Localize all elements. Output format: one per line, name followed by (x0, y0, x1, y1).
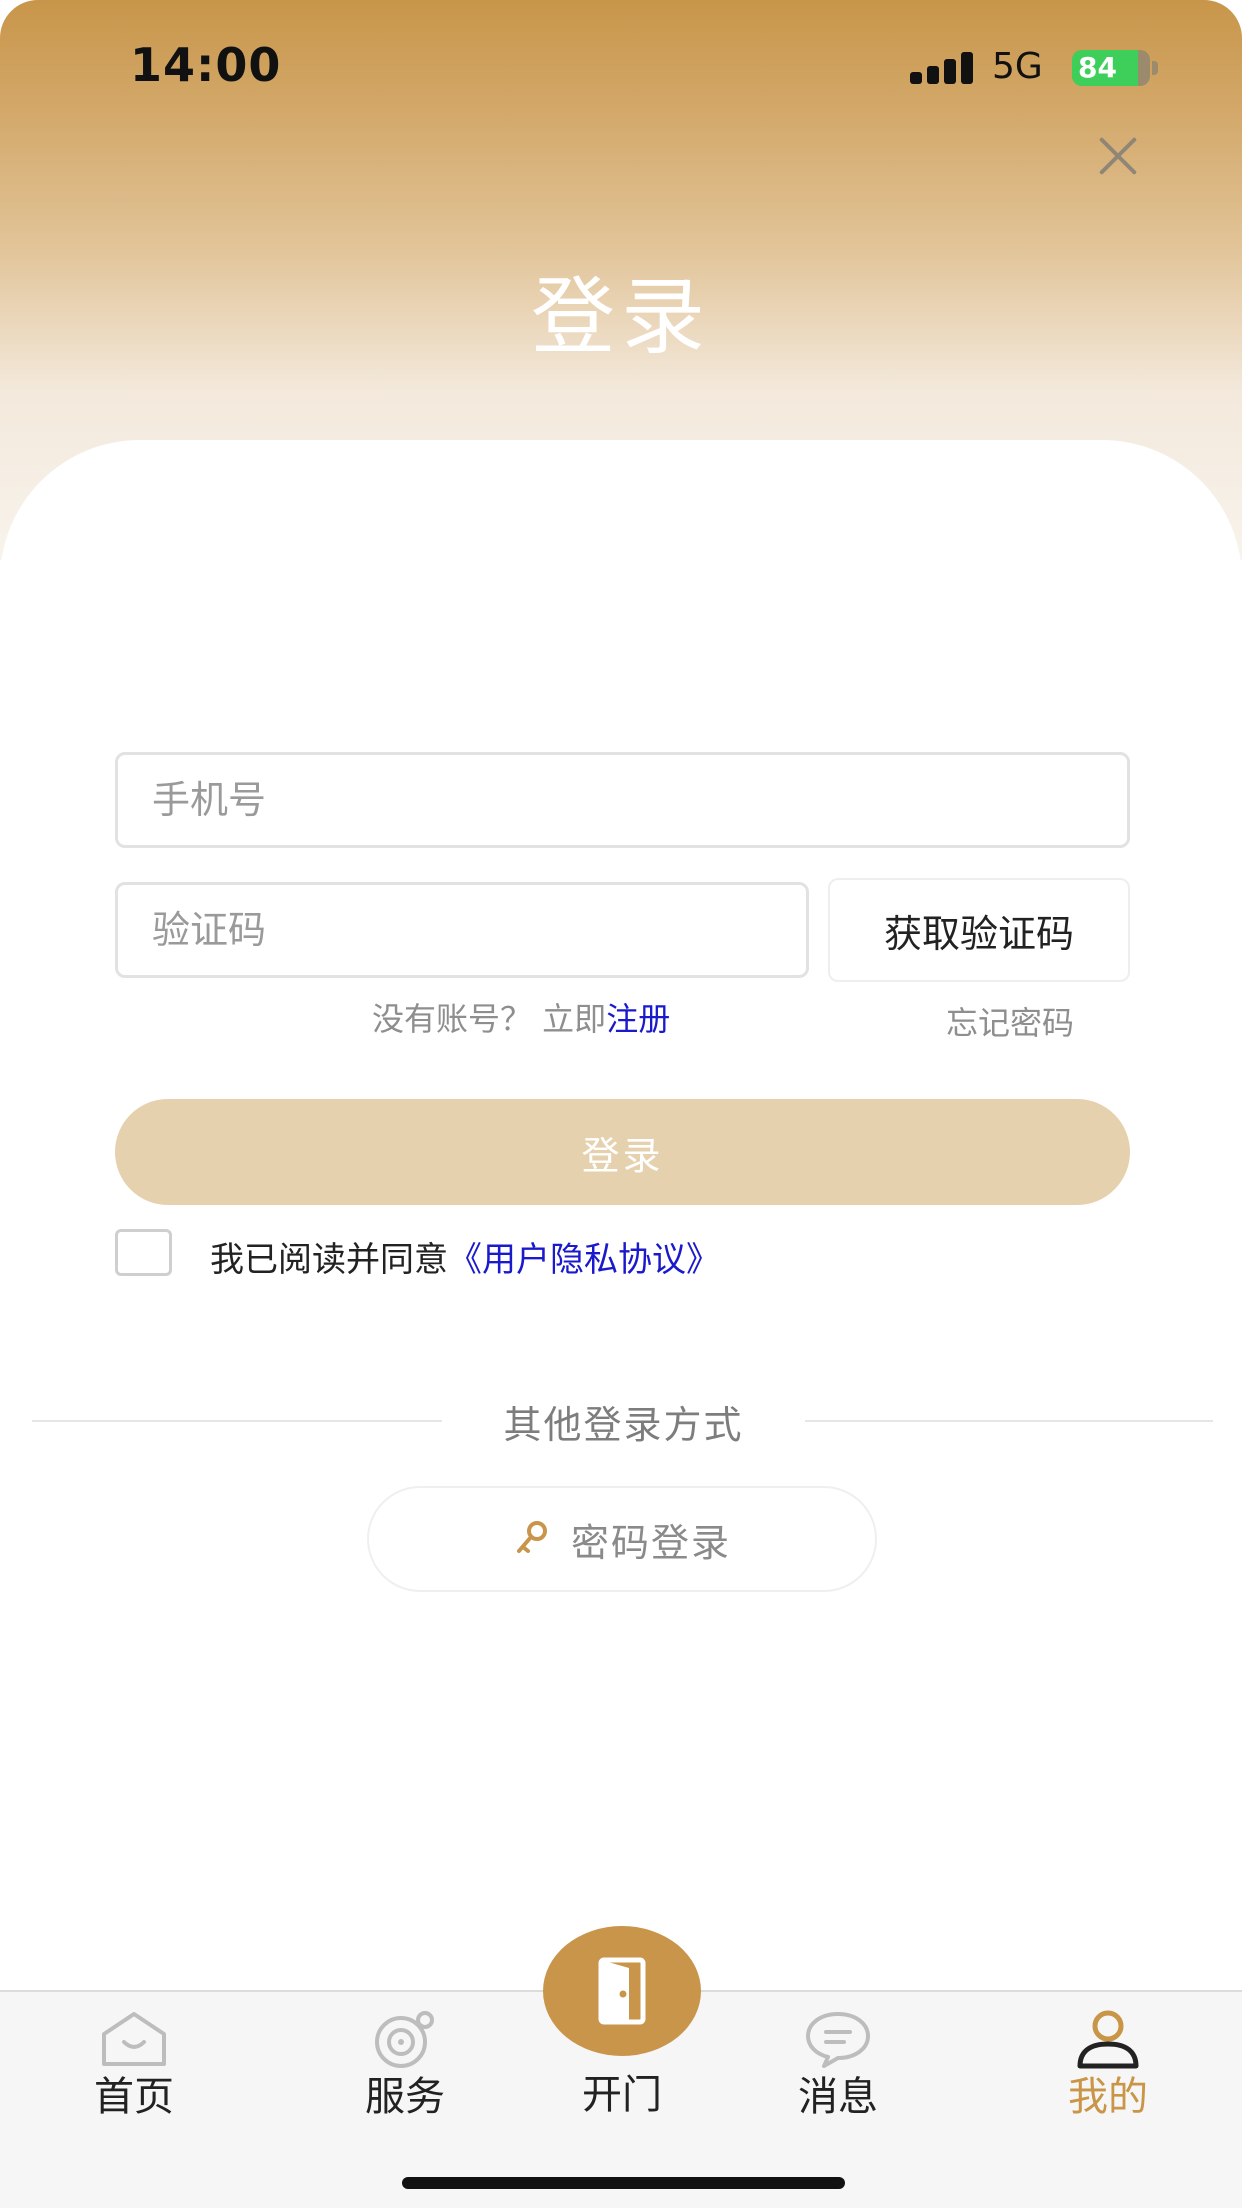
forgot-password-link[interactable]: 忘记密码 (946, 998, 1074, 1044)
agreement-text: 我已阅读并同意《用户隐私协议》 (210, 1232, 720, 1281)
service-icon (369, 2008, 441, 2070)
key-icon (513, 1519, 549, 1559)
register-prompt: 没有账号？ 立即注册 (372, 994, 670, 1040)
get-code-button[interactable]: 获取验证码 (828, 878, 1130, 982)
page-title: 登录 (530, 268, 711, 366)
agreement-prefix: 我已阅读并同意 (210, 1240, 448, 1280)
signal-icon (910, 52, 974, 84)
agreement-checkbox[interactable] (115, 1229, 172, 1276)
close-icon[interactable] (1090, 128, 1146, 184)
tab-open-door-label: 开门 (582, 2072, 662, 2118)
divider-right (805, 1420, 1213, 1422)
tab-mine-label: 我的 (1068, 2074, 1148, 2120)
home-icon (98, 2008, 170, 2070)
tab-service[interactable]: 服务 (305, 1992, 505, 2142)
password-login-label: 密码登录 (570, 1520, 731, 1565)
message-icon (802, 2008, 874, 2070)
battery-icon: 84 (1072, 50, 1160, 86)
tab-messages[interactable]: 消息 (738, 1992, 938, 2142)
battery-percent: 84 (1078, 51, 1117, 84)
tab-service-label: 服务 (365, 2074, 445, 2120)
no-account-text: 没有账号？ 立即 (372, 1000, 607, 1038)
door-icon (591, 1956, 653, 2026)
network-type: 5G (992, 46, 1043, 87)
login-card (0, 440, 1242, 1990)
phone-input[interactable] (115, 752, 1130, 848)
tab-messages-label: 消息 (798, 2074, 878, 2120)
open-door-button[interactable] (543, 1926, 701, 2056)
divider-left (32, 1420, 442, 1422)
home-indicator (402, 2177, 845, 2189)
other-login-label: 其他登录方式 (503, 1403, 744, 1447)
user-icon (1072, 2008, 1144, 2070)
status-bar: 14:00 5G 84 (0, 0, 1242, 130)
tab-home-label: 首页 (94, 2074, 174, 2120)
password-login-button[interactable]: 密码登录 (367, 1486, 877, 1592)
login-button[interactable]: 登录 (115, 1099, 1130, 1205)
tab-home[interactable]: 首页 (34, 1992, 234, 2142)
privacy-agreement-link[interactable]: 《用户隐私协议》 (448, 1240, 720, 1280)
tab-mine[interactable]: 我的 (1008, 1992, 1208, 2142)
verification-code-input[interactable] (115, 882, 809, 978)
register-link[interactable]: 注册 (606, 1000, 670, 1038)
status-time: 14:00 (130, 38, 282, 92)
